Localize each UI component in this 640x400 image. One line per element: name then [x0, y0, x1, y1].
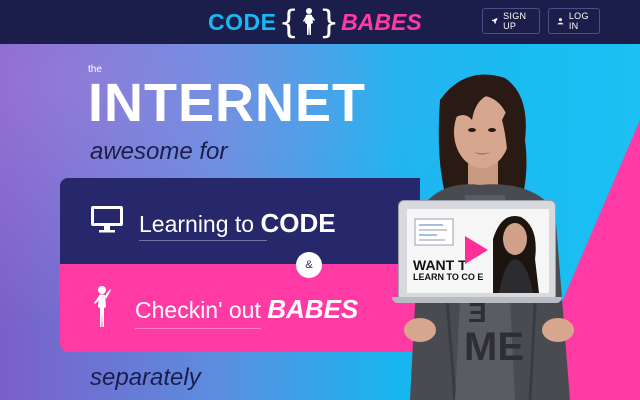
top-navbar: CODE { } BABES SIGN UP LOG IN [0, 0, 640, 44]
headline-awesome-for: awesome for [90, 138, 228, 165]
logo-close-brace: } [318, 3, 340, 41]
code-word: CODE [260, 208, 336, 238]
user-icon [557, 18, 564, 25]
babes-word: BABES [267, 294, 359, 324]
monitor-icon [91, 206, 123, 233]
svg-text:ME: ME [464, 325, 524, 369]
laptop-base [392, 297, 562, 303]
video-title-line1: WANT T [413, 257, 467, 273]
rocket-icon [491, 18, 498, 24]
code-underline [139, 240, 267, 241]
checkin-out-prefix: Checkin' out [135, 297, 268, 323]
logo-babes-word: BABES [341, 8, 422, 35]
headline-separately: separately [90, 364, 201, 391]
video-thumbnail[interactable]: WANT T LEARN TO CO E [407, 209, 549, 293]
hero-background: CODE { } BABES SIGN UP LOG IN the INTERN… [0, 0, 640, 400]
checkin-out-babes-text: Checkin' out BABES [135, 294, 358, 325]
laptop-frame: WANT T LEARN TO CO E [398, 200, 556, 298]
logo-woman-icon [302, 8, 315, 35]
site-logo[interactable]: CODE { } BABES [208, 4, 422, 40]
signup-label: SIGN UP [503, 11, 527, 31]
logo-code-word: CODE [208, 8, 277, 35]
login-label: LOG IN [568, 11, 589, 31]
learning-to-code-text: Learning to CODE [139, 208, 336, 239]
signup-button[interactable]: SIGN UP [482, 8, 540, 34]
woman-silhouette-icon [94, 286, 111, 327]
babes-underline [135, 328, 261, 329]
ampersand-badge: & [296, 252, 322, 278]
learning-to-prefix: Learning to [139, 211, 261, 237]
logo-open-brace: { [278, 3, 299, 41]
laptop-video[interactable]: WANT T LEARN TO CO E [392, 200, 562, 304]
login-button[interactable]: LOG IN [548, 8, 600, 34]
headline-internet: INTERNET [88, 73, 366, 133]
video-title-line2: LEARN TO CO E [413, 272, 484, 282]
play-icon[interactable] [463, 235, 489, 265]
